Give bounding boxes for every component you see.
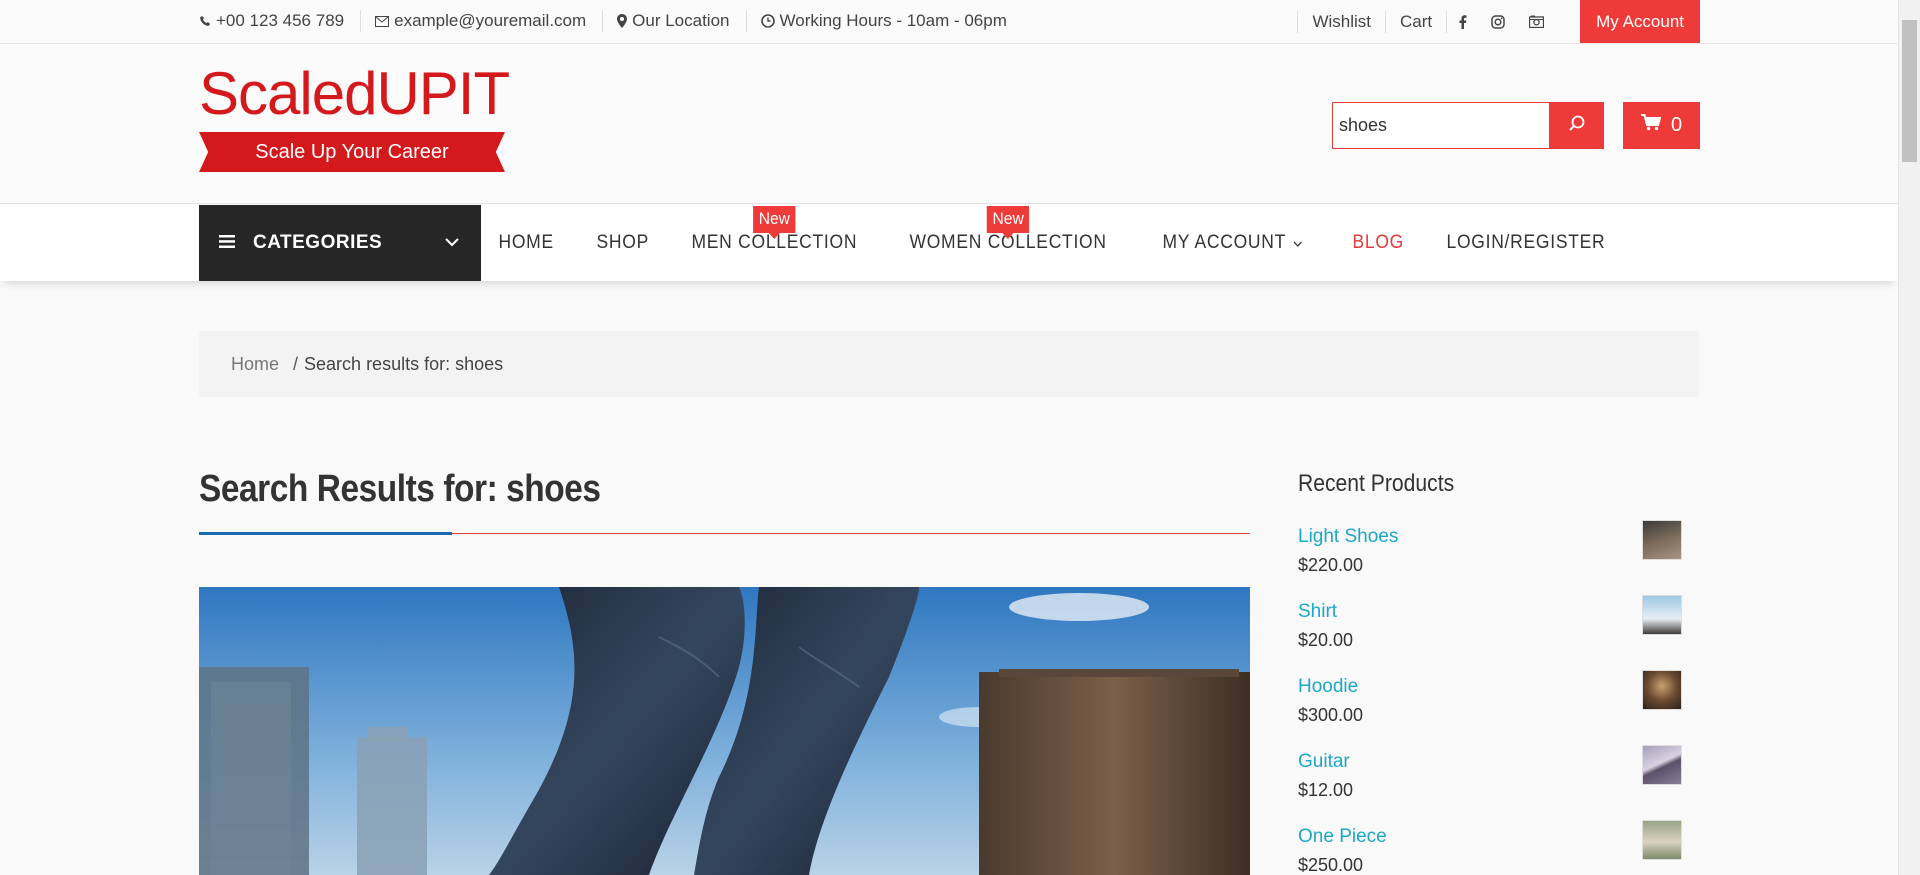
- product-thumbnail[interactable]: [1642, 595, 1682, 635]
- search-input[interactable]: [1332, 102, 1550, 149]
- product-item[interactable]: Shirt $20.00: [1298, 595, 1700, 676]
- title-underline-accent: [199, 532, 452, 535]
- menu-items: HOME SHOP New MEN COLLECTION New WOMEN C…: [481, 205, 1640, 281]
- logo-brand: ScaledUPIT: [199, 60, 510, 127]
- breadcrumb: Home / Search results for: shoes: [199, 331, 1699, 397]
- email-text: example@youremail.com: [394, 11, 587, 30]
- facebook-icon[interactable]: [1446, 10, 1479, 33]
- top-bar: +00 123 456 789 example@youremail.com Ou…: [0, 0, 1898, 44]
- nav-login-register-label: LOGIN/REGISTER: [1446, 232, 1606, 253]
- email-item[interactable]: example@youremail.com: [375, 10, 604, 32]
- my-account-button[interactable]: My Account: [1580, 0, 1700, 43]
- phone-icon: [199, 15, 211, 27]
- recent-products-title: Recent Products: [1298, 470, 1455, 497]
- product-name[interactable]: One Piece: [1298, 826, 1700, 848]
- location-item[interactable]: Our Location: [617, 10, 747, 32]
- search-icon: [1568, 114, 1586, 137]
- search-button[interactable]: [1550, 102, 1604, 149]
- featured-image-art: [199, 587, 1250, 875]
- title-underline: [199, 532, 1250, 535]
- product-item[interactable]: Light Shoes $220.00: [1298, 520, 1700, 601]
- nav-my-account-label: MY ACCOUNT: [1162, 232, 1286, 253]
- shopping-cart-icon: [1640, 114, 1662, 137]
- new-badge: New: [753, 206, 796, 239]
- product-price: $300.00: [1298, 705, 1364, 725]
- cart-link[interactable]: Cart: [1385, 10, 1446, 33]
- search-form: [1332, 102, 1604, 149]
- location-text: Our Location: [632, 11, 730, 30]
- site-header: ScaledUPIT Scale Up Your Career 0: [0, 44, 1898, 204]
- product-thumbnail[interactable]: [1642, 745, 1682, 785]
- top-links: Wishlist Cart My Account: [1297, 0, 1700, 43]
- product-thumbnail[interactable]: [1642, 520, 1682, 560]
- cart-count: 0: [1670, 114, 1683, 136]
- cart-button[interactable]: 0: [1623, 102, 1700, 149]
- breadcrumb-separator: /: [293, 353, 299, 374]
- nav-shop[interactable]: SHOP: [579, 232, 666, 254]
- nav-home-label: HOME: [498, 232, 554, 253]
- product-name[interactable]: Hoodie: [1298, 676, 1700, 698]
- product-price: $12.00: [1298, 780, 1354, 800]
- hours-item: Working Hours - 10am - 06pm: [760, 10, 1023, 32]
- product-price: $220.00: [1298, 555, 1364, 575]
- chevron-down-icon: [1293, 232, 1302, 254]
- breadcrumb-current: Search results for: shoes: [304, 353, 504, 374]
- wishlist-link[interactable]: Wishlist: [1297, 10, 1385, 33]
- map-marker-icon: [617, 14, 628, 28]
- sidebar: Recent Products Light Shoes $220.00 Shir…: [1298, 470, 1700, 875]
- phone-text: +00 123 456 789: [216, 11, 345, 30]
- nav-blog[interactable]: BLOG: [1335, 232, 1421, 254]
- camera-icon[interactable]: [1517, 11, 1556, 33]
- nav-shop-label: SHOP: [596, 232, 650, 253]
- site-logo[interactable]: ScaledUPIT Scale Up Your Career: [199, 60, 510, 174]
- logo-tagline: Scale Up Your Career: [199, 132, 505, 172]
- hamburger-icon: [219, 232, 235, 254]
- nav-men-collection[interactable]: New MEN COLLECTION: [674, 206, 875, 254]
- product-name[interactable]: Shirt: [1298, 601, 1700, 623]
- page-scrollbar[interactable]: [1898, 0, 1920, 875]
- product-thumbnail[interactable]: [1642, 820, 1682, 860]
- product-thumbnail[interactable]: [1642, 670, 1682, 710]
- clock-icon: [760, 14, 775, 28]
- scrollbar-thumb[interactable]: [1902, 20, 1917, 162]
- main-nav: CATEGORIES HOME SHOP New MEN COLLECTION …: [0, 205, 1898, 281]
- chevron-down-icon: [445, 231, 459, 253]
- nav-women-collection[interactable]: New WOMEN COLLECTION: [892, 206, 1124, 254]
- nav-blog-label: BLOG: [1352, 232, 1405, 253]
- hours-text: Working Hours - 10am - 06pm: [779, 11, 1007, 30]
- product-price: $250.00: [1298, 855, 1364, 875]
- envelope-icon: [375, 15, 390, 27]
- product-item[interactable]: One Piece $250.00: [1298, 820, 1700, 875]
- post-featured-image[interactable]: [199, 587, 1250, 875]
- instagram-icon[interactable]: [1479, 11, 1517, 33]
- categories-dropdown[interactable]: CATEGORIES: [199, 205, 481, 281]
- contact-info: +00 123 456 789 example@youremail.com Ou…: [199, 0, 1037, 42]
- nav-my-account[interactable]: MY ACCOUNT: [1145, 232, 1320, 254]
- product-name[interactable]: Guitar: [1298, 751, 1700, 773]
- page-title: Search Results for: shoes: [199, 468, 601, 510]
- categories-label: CATEGORIES: [253, 232, 383, 253]
- product-item[interactable]: Guitar $12.00: [1298, 745, 1700, 826]
- breadcrumb-home[interactable]: Home: [231, 354, 279, 375]
- nav-login-register[interactable]: LOGIN/REGISTER: [1429, 232, 1623, 254]
- phone-item[interactable]: +00 123 456 789: [199, 10, 362, 32]
- product-item[interactable]: Hoodie $300.00: [1298, 670, 1700, 751]
- nav-home[interactable]: HOME: [481, 232, 571, 254]
- product-name[interactable]: Light Shoes: [1298, 526, 1700, 548]
- new-badge: New: [987, 206, 1030, 239]
- product-price: $20.00: [1298, 630, 1354, 650]
